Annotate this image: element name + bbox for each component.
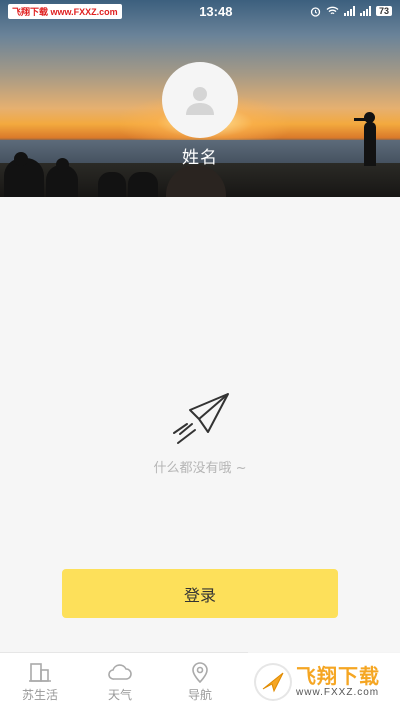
empty-state-message: 什么都没有哦 ~	[153, 461, 247, 476]
user-icon	[186, 87, 214, 115]
nav-item-weather[interactable]: 天气	[80, 653, 160, 711]
person-silhouette	[354, 118, 368, 121]
nav-item-label: 苏生活	[21, 688, 58, 702]
nav-item-navigation[interactable]: 导航	[160, 653, 240, 711]
nav-item-label: 天气	[107, 688, 132, 702]
location-pin-icon	[192, 662, 208, 683]
city-icon	[29, 663, 51, 682]
login-button[interactable]: 登录	[62, 569, 338, 618]
paper-plane-icon	[173, 393, 229, 444]
cloud-icon	[108, 664, 132, 680]
person-silhouette	[128, 172, 158, 197]
signal-icon	[359, 6, 371, 16]
user-name[interactable]: 姓名	[0, 143, 400, 168]
status-bar-brand: 飞翔下载 www.FXXZ.com	[8, 3, 122, 19]
avatar[interactable]	[162, 62, 238, 138]
nav-item-label: 导航	[187, 688, 212, 702]
watermark-url: www.FXXZ.com	[296, 686, 380, 698]
wifi-icon	[326, 6, 339, 15]
alarm-icon	[310, 6, 321, 17]
status-bar-indicators: 73	[310, 6, 392, 17]
status-bar: 飞翔下载 www.FXXZ.com 13:48 73	[0, 0, 400, 22]
person-silhouette	[98, 172, 126, 197]
watermark: 飞翔下载 www.FXXZ.com	[248, 652, 400, 711]
signal-icon	[343, 6, 355, 16]
status-bar-time: 13:48	[199, 3, 233, 19]
nav-item-su-life[interactable]: 苏生活	[0, 653, 80, 711]
watermark-logo-icon	[254, 662, 292, 701]
battery-indicator: 73	[375, 6, 392, 16]
watermark-title: 飞翔下载	[296, 663, 380, 688]
